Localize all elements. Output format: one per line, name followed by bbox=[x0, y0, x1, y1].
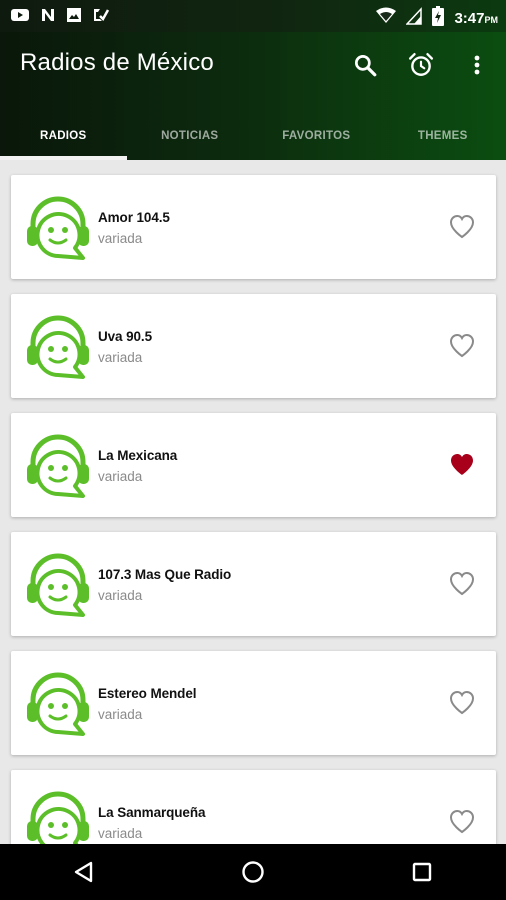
station-card[interactable]: Estereo Mendel variada bbox=[11, 651, 496, 755]
headphones-face-icon bbox=[23, 787, 93, 844]
station-name: Estereo Mendel bbox=[98, 686, 197, 701]
station-list: Amor 104.5 variada Uva 90.5 variada La M… bbox=[0, 160, 506, 844]
back-icon bbox=[75, 861, 93, 883]
tab-favoritos[interactable]: FAVORITOS bbox=[253, 112, 380, 160]
search-icon bbox=[354, 54, 377, 77]
station-card[interactable]: 107.3 Mas Que Radio variada bbox=[11, 532, 496, 636]
station-genre: variada bbox=[98, 707, 143, 722]
alarm-button[interactable] bbox=[406, 50, 436, 80]
clock: 3:47PM bbox=[454, 10, 498, 27]
system-nav-bar bbox=[0, 844, 506, 900]
tab-themes[interactable]: THEMES bbox=[380, 112, 506, 160]
headphones-face-icon bbox=[23, 192, 93, 262]
headphones-face-icon bbox=[23, 430, 93, 500]
station-card[interactable]: La Sanmarqueña variada bbox=[11, 770, 496, 844]
youtube-icon bbox=[10, 7, 30, 27]
station-name: La Sanmarqueña bbox=[98, 805, 206, 820]
heart-icon[interactable] bbox=[448, 213, 476, 241]
more-options-button[interactable] bbox=[462, 50, 492, 80]
tab-bar: RADIOS NOTICIAS FAVORITOS THEMES bbox=[0, 112, 506, 160]
recents-button[interactable] bbox=[392, 844, 452, 900]
heart-icon[interactable] bbox=[448, 689, 476, 717]
station-name: Amor 104.5 bbox=[98, 210, 170, 225]
station-name: 107.3 Mas Que Radio bbox=[98, 567, 232, 582]
home-icon bbox=[242, 861, 264, 883]
tab-radios[interactable]: RADIOS bbox=[0, 112, 127, 160]
wifi-icon bbox=[376, 7, 397, 29]
alarm-icon bbox=[408, 52, 434, 76]
station-name: La Mexicana bbox=[98, 448, 178, 463]
notification-icons bbox=[10, 7, 110, 27]
station-genre: variada bbox=[98, 826, 143, 841]
page-title: Radios de México bbox=[20, 49, 214, 76]
tab-noticias[interactable]: NOTICIAS bbox=[127, 112, 254, 160]
headphones-face-icon bbox=[23, 549, 93, 619]
search-button[interactable] bbox=[350, 50, 380, 80]
clock-time: 3:47 bbox=[454, 9, 485, 27]
heart-icon[interactable] bbox=[448, 332, 476, 360]
station-card[interactable]: Amor 104.5 variada bbox=[11, 175, 496, 279]
station-genre: variada bbox=[98, 469, 143, 484]
station-name: Uva 90.5 bbox=[98, 329, 152, 344]
battery-charging-icon bbox=[432, 6, 445, 30]
clock-ampm: PM bbox=[484, 14, 499, 25]
heart-icon[interactable] bbox=[448, 570, 476, 598]
home-button[interactable] bbox=[223, 844, 283, 900]
station-genre: variada bbox=[98, 231, 143, 246]
heart-icon[interactable] bbox=[448, 451, 476, 479]
station-genre: variada bbox=[98, 588, 143, 603]
station-card[interactable]: La Mexicana variada bbox=[11, 413, 496, 517]
more-vert-icon bbox=[474, 55, 480, 75]
heart-icon[interactable] bbox=[448, 808, 476, 836]
station-genre: variada bbox=[98, 350, 143, 365]
back-button[interactable] bbox=[54, 844, 114, 900]
signal-icon bbox=[405, 7, 423, 29]
status-bar: 3:47PM bbox=[0, 0, 506, 32]
image-icon bbox=[66, 7, 82, 27]
headphones-face-icon bbox=[23, 668, 93, 738]
station-card[interactable]: Uva 90.5 variada bbox=[11, 294, 496, 398]
app-bar: Radios de México RADIOS NOTICIAS FAVORIT… bbox=[0, 32, 506, 160]
download-check-icon bbox=[92, 7, 110, 27]
recents-icon bbox=[412, 862, 431, 882]
n-app-icon bbox=[40, 7, 56, 27]
headphones-face-icon bbox=[23, 311, 93, 381]
